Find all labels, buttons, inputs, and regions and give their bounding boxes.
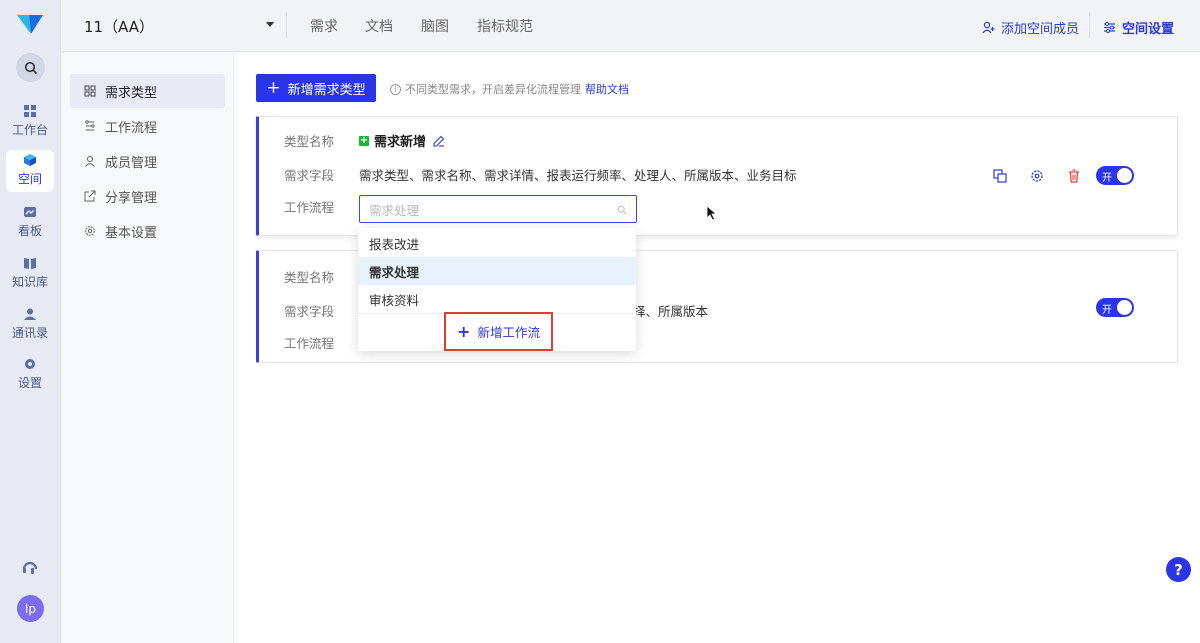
caret-down-icon[interactable] [266, 22, 274, 27]
dropdown-option-selected[interactable]: 需求处理 [358, 257, 636, 285]
board-icon [24, 207, 36, 217]
enable-toggle[interactable]: 开 [1096, 166, 1134, 185]
settings-sidebar: 需求类型 工作流程 成员管理 分享管理 基本设置 [61, 52, 234, 643]
rail-item-workbench[interactable]: 工作台 [6, 101, 54, 143]
add-member-button[interactable]: 添加空间成员 [982, 18, 1079, 37]
toggle-knob [1117, 300, 1132, 315]
subnav-item-members[interactable]: 成员管理 [70, 144, 225, 178]
rail-item-contacts[interactable]: 通讯录 [6, 304, 54, 346]
help-doc-link[interactable]: 帮助文档 [585, 81, 629, 97]
tab-metrics-spec[interactable]: 指标规范 [477, 16, 533, 36]
tab-mindmap[interactable]: 脑图 [421, 16, 449, 36]
tab-requirements[interactable]: 需求 [310, 16, 338, 36]
subnav-item-label: 基本设置 [105, 225, 158, 241]
dropdown-option[interactable]: 审核资料 [358, 285, 636, 313]
type-name-label: 类型名称 [284, 134, 335, 149]
rail-item-label: 设置 [17, 376, 42, 390]
rail-item-space[interactable]: 空间 [6, 150, 54, 192]
type-color-icon: + [359, 134, 369, 146]
app-logo-icon[interactable] [15, 12, 45, 40]
rail-item-label: 空间 [17, 172, 42, 186]
workflow-dropdown: 报表改进 需求处理 审核资料 + 新增工作流 [358, 228, 636, 351]
book-icon [24, 258, 36, 269]
rail-item-label: 通讯录 [11, 326, 48, 340]
subnav-item-label: 分享管理 [105, 190, 158, 206]
headset-icon[interactable] [20, 557, 40, 577]
sliders-icon [1104, 22, 1115, 33]
subnav-item-requirement-types[interactable]: 需求类型 [70, 74, 225, 108]
subnav-item-label: 需求类型 [105, 85, 158, 101]
subnav-item-basic-settings[interactable]: 基本设置 [70, 214, 225, 248]
subnav-item-label: 成员管理 [105, 155, 158, 171]
rail-item-settings[interactable]: 设置 [6, 354, 54, 396]
type-name-value: 需求新增 [374, 135, 427, 150]
add-workflow-label: 新增工作流 [477, 325, 540, 340]
rail-item-knowledge[interactable]: 知识库 [6, 253, 54, 295]
enable-toggle[interactable]: 开 [1096, 298, 1134, 317]
toggle-label: 开 [1102, 305, 1112, 316]
fields-value: 需求类型、需求名称、需求详情、报表运行频率、处理人、所属版本、业务目标 [359, 168, 797, 183]
mouse-cursor-icon [706, 205, 718, 221]
fields-label: 需求字段 [284, 304, 335, 319]
subnav-item-workflow[interactable]: 工作流程 [70, 109, 225, 143]
plus-icon: + [457, 321, 471, 341]
add-member-label: 添加空间成员 [1001, 22, 1080, 37]
dropdown-option[interactable]: 报表改进 [358, 229, 636, 257]
hint-text: i 不同类型需求，开启差异化流程管理 帮助文档 [390, 81, 629, 97]
delete-icon[interactable] [1067, 169, 1081, 183]
avatar[interactable]: lp [17, 595, 44, 622]
toggle-knob [1117, 168, 1132, 183]
settings-icon[interactable] [1030, 169, 1044, 183]
flow-icon [85, 120, 95, 131]
tab-documents[interactable]: 文档 [365, 16, 393, 36]
help-button[interactable]: ? [1166, 557, 1191, 582]
workflow-select[interactable]: 需求处理 [359, 195, 637, 223]
gear-icon [85, 226, 95, 236]
divider [1089, 12, 1090, 38]
space-selector[interactable]: 11（AA） [84, 16, 154, 37]
hint-label: 不同类型需求，开启差异化流程管理 [405, 83, 581, 96]
search-icon [24, 61, 37, 74]
add-workflow-button[interactable]: + 新增工作流 [444, 312, 553, 351]
top-bar: 11（AA） 需求 文档 脑图 指标规范 添加空间成员 空间设置 [61, 0, 1200, 52]
fields-value: 择、所属版本 [633, 304, 709, 319]
rail-item-label: 工作台 [11, 123, 48, 137]
workflow-select-placeholder: 需求处理 [369, 202, 420, 218]
user-icon [85, 156, 95, 167]
plus-icon: + [266, 77, 281, 98]
add-user-icon [982, 21, 995, 34]
workflow-label: 工作流程 [284, 200, 335, 215]
divider [286, 12, 287, 38]
subnav-item-sharing[interactable]: 分享管理 [70, 179, 225, 213]
search-icon [617, 205, 627, 215]
edit-icon[interactable] [433, 135, 445, 147]
rail-item-label: 看板 [17, 224, 42, 238]
space-settings-button[interactable]: 空间设置 [1103, 18, 1174, 37]
search-button[interactable] [16, 53, 45, 82]
info-icon: i [390, 83, 401, 95]
type-name: + 需求新增 [359, 131, 445, 150]
add-requirement-type-label: 新增需求类型 [287, 82, 366, 98]
add-requirement-type-button[interactable]: + 新增需求类型 [256, 74, 376, 102]
subnav-item-label: 工作流程 [105, 120, 158, 136]
cube-icon [24, 154, 36, 166]
gear-icon [25, 359, 35, 369]
workflow-label: 工作流程 [284, 336, 335, 351]
rail-item-board[interactable]: 看板 [6, 202, 54, 244]
toggle-label: 开 [1102, 173, 1112, 184]
left-rail: 工作台 空间 看板 知识库 通讯录 设置 lp [0, 0, 61, 643]
grid-icon [84, 85, 96, 97]
fields-label: 需求字段 [284, 168, 335, 183]
contacts-icon [24, 308, 36, 320]
copy-icon[interactable] [993, 169, 1007, 183]
share-icon [84, 190, 96, 202]
rail-item-label: 知识库 [11, 275, 48, 289]
space-settings-label: 空间设置 [1122, 22, 1175, 37]
type-name-label: 类型名称 [284, 270, 335, 285]
grid-icon [24, 105, 36, 117]
